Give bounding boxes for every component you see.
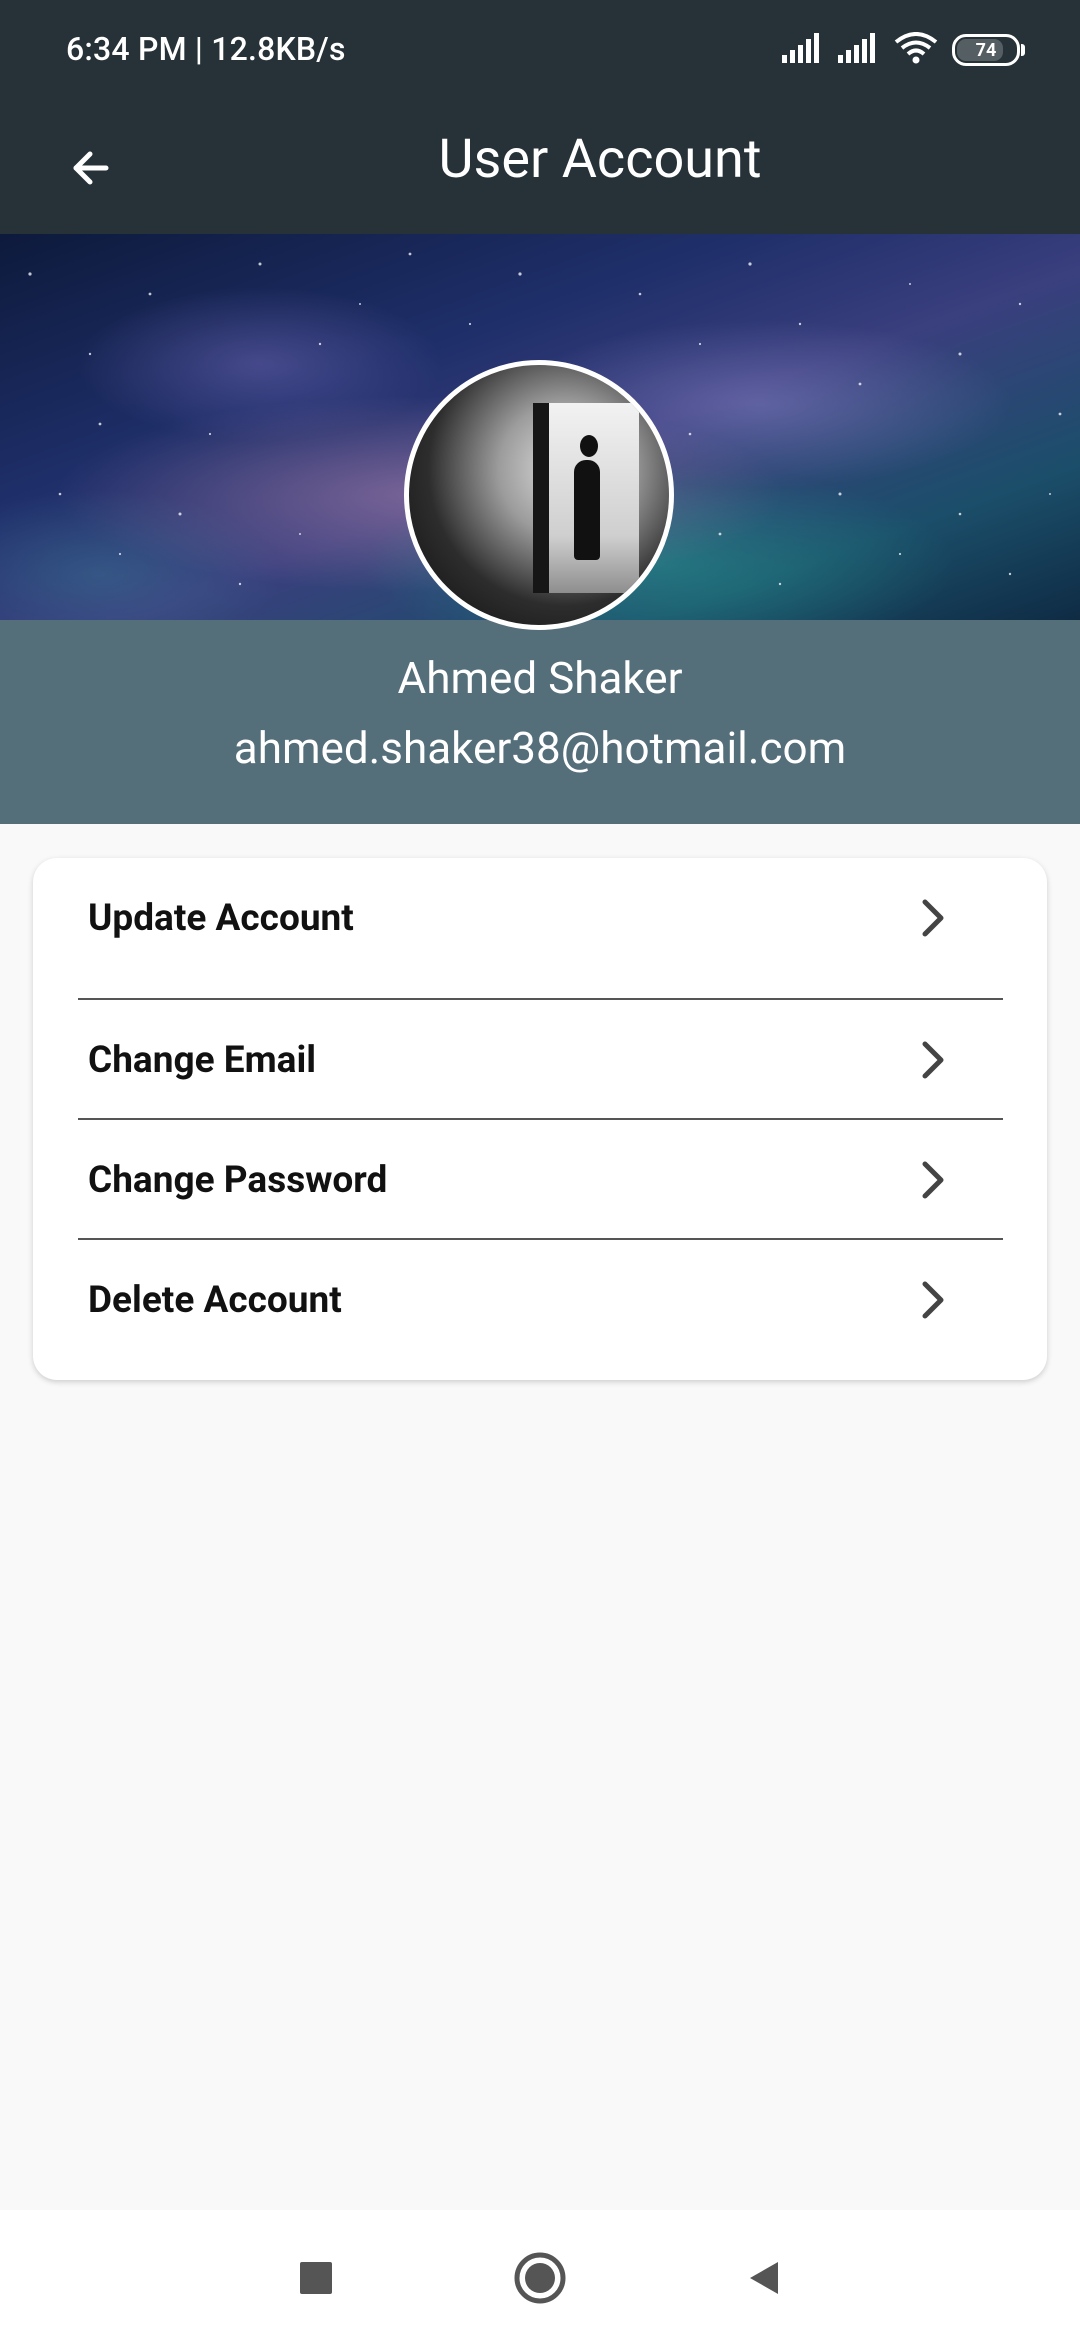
- profile-email: ahmed.shaker38@hotmail.com: [233, 722, 847, 774]
- signal-icon: [782, 33, 824, 67]
- back-triangle-icon: [750, 2262, 778, 2294]
- menu-item-label: Update Account: [88, 896, 354, 940]
- back-nav-button[interactable]: [736, 2250, 792, 2306]
- page-title: User Account: [438, 128, 762, 191]
- status-bar: 6:34 PM | 12.8KB/s 74: [0, 0, 1080, 100]
- menu-item-change-password[interactable]: Change Password: [78, 1120, 1003, 1240]
- profile-header: Ahmed Shaker ahmed.shaker38@hotmail.com: [0, 620, 1080, 824]
- chevron-right-icon: [922, 1281, 944, 1319]
- menu-item-label: Change Password: [88, 1158, 388, 1202]
- account-options-card: Update Account Change Email Change Passw…: [33, 858, 1047, 1380]
- system-nav-bar: [0, 2210, 1080, 2340]
- home-button[interactable]: [512, 2250, 568, 2306]
- battery-icon: 74: [952, 34, 1025, 66]
- chevron-right-icon: [922, 899, 944, 937]
- battery-level: 74: [975, 39, 997, 61]
- chevron-right-icon: [922, 1161, 944, 1199]
- recents-button[interactable]: [288, 2250, 344, 2306]
- recents-square-icon: [300, 2262, 332, 2294]
- home-circle-icon: [514, 2252, 566, 2304]
- chevron-right-icon: [922, 1041, 944, 1079]
- signal-icon: [838, 33, 880, 67]
- avatar[interactable]: [404, 360, 674, 630]
- menu-item-delete-account[interactable]: Delete Account: [78, 1240, 1003, 1360]
- app-bar: User Account: [0, 100, 1080, 234]
- wifi-icon: [894, 32, 938, 68]
- menu-item-change-email[interactable]: Change Email: [78, 1000, 1003, 1120]
- menu-item-label: Change Email: [88, 1038, 317, 1082]
- status-icons: 74: [782, 28, 1025, 72]
- menu-item-label: Delete Account: [88, 1278, 342, 1322]
- profile-name: Ahmed Shaker: [397, 652, 683, 704]
- menu-item-update-account[interactable]: Update Account: [78, 858, 1003, 978]
- status-time: 6:34 PM | 12.8KB/s: [66, 30, 346, 68]
